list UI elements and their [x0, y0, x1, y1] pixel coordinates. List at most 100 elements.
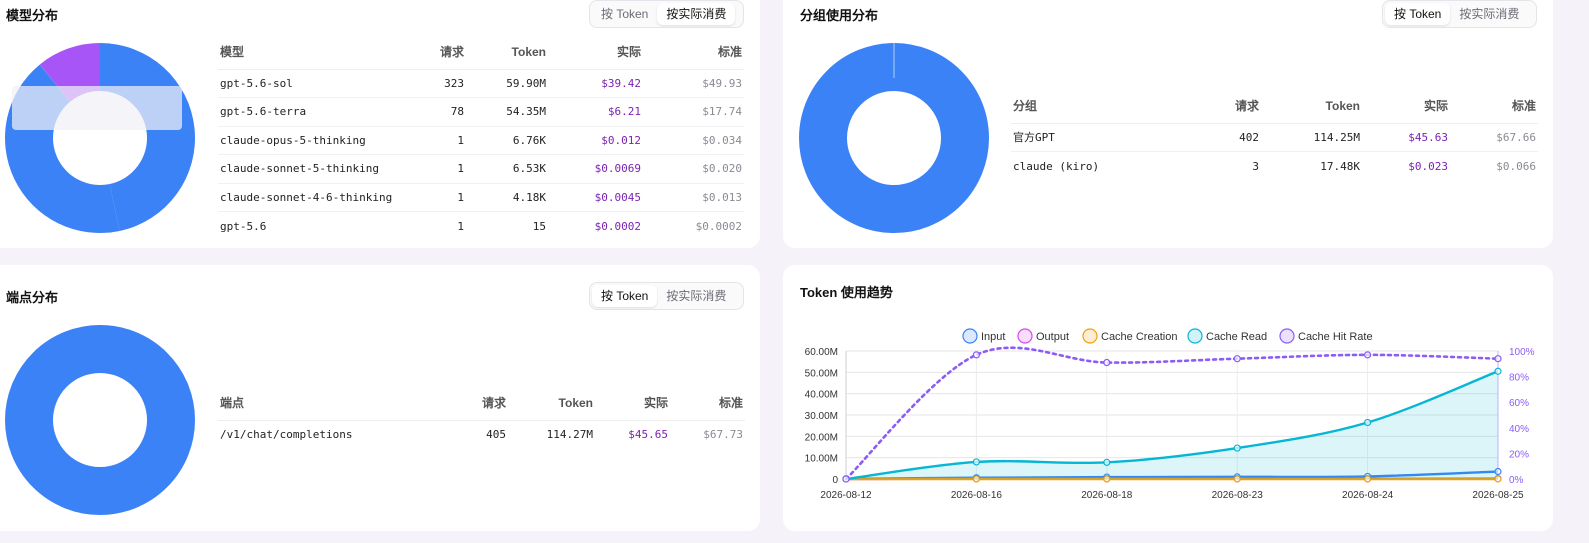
cell-std: $67.66 — [1450, 123, 1538, 152]
cell-token: 15 — [532, 219, 546, 233]
legend-item-cache-read[interactable]: Cache Read — [1187, 328, 1267, 344]
toggle-by-cost[interactable]: 按实际消费 — [657, 285, 735, 307]
legend-item-output[interactable]: Output — [1017, 328, 1069, 344]
cell-req: 1 — [418, 126, 466, 155]
cell-actual: $0.0002 — [594, 219, 641, 233]
cell-actual: $0.012 — [548, 126, 643, 155]
cell-req: 405 — [486, 428, 506, 441]
y-left-tick: 10.00M — [805, 454, 838, 465]
legend-item-cache-creation[interactable]: Cache Creation — [1082, 328, 1177, 344]
group-donut-chart[interactable] — [794, 38, 994, 238]
cell-std: $0.020 — [643, 154, 744, 184]
col-actual: 实际 — [548, 35, 643, 70]
token-trend-chart: Input Output Cache Creation Cache Read Cache… — [805, 328, 1535, 501]
x-tick: 2026-08-12 — [820, 490, 872, 501]
trend-card-title: Token 使用趋势 — [800, 285, 893, 300]
data-point-cache-hit-rate[interactable] — [1363, 351, 1372, 359]
cell-name: gpt-5.6-sol — [218, 69, 418, 98]
col-actual: 实际 — [1362, 89, 1450, 124]
col-group: 分组 — [1011, 89, 1191, 124]
col-requests: 请求 — [418, 35, 466, 70]
x-tick: 2026-08-25 — [1472, 490, 1524, 501]
col-model: 模型 — [218, 35, 418, 70]
toggle-by-token[interactable]: 按 Token — [592, 285, 658, 307]
cell-token: 4.18K — [466, 183, 548, 212]
endpoint-table: 端点 请求 Token 实际 标准 /v1/chat/completions 40… — [218, 386, 745, 449]
cell-actual: $45.63 — [1362, 123, 1450, 152]
endpoint-donut-ring[interactable] — [5, 325, 195, 515]
col-token: Token — [466, 35, 548, 70]
col-actual: 实际 — [595, 386, 670, 421]
x-tick: 2026-08-23 — [1212, 490, 1264, 501]
toggle-by-token[interactable]: 按 Token — [592, 3, 657, 25]
cell-actual: $6.21 — [548, 97, 643, 127]
cell-req: 323 — [418, 69, 466, 98]
toggle-by-token[interactable]: 按 Token — [1385, 3, 1451, 25]
table-row: /v1/chat/completions 405 114.27M $45.65 $67.… — [218, 420, 745, 449]
y-left-tick: 50.00M — [805, 368, 838, 379]
cell-actual: $45.65 — [628, 428, 668, 441]
legend-item-input[interactable]: Input — [962, 328, 1005, 344]
group-table: 分组 请求 Token 实际 标准 官方GPT 402 114.25M $45.63 $… — [1011, 89, 1538, 180]
col-standard: 标准 — [670, 386, 745, 421]
data-point-cache-read[interactable] — [1233, 444, 1241, 452]
cell-name: gpt-5.6 — [220, 219, 267, 233]
cell-name: claude-sonnet-4-6-thinking — [218, 183, 418, 212]
cell-std: $0.066 — [1496, 159, 1536, 173]
table-row: 官方GPT 402 114.25M $45.63 $67.66 — [1011, 123, 1538, 152]
data-point-cache-read[interactable] — [1363, 418, 1372, 427]
toggle-by-cost[interactable]: 按实际消费 — [657, 3, 736, 25]
data-point-cache-hit-rate[interactable] — [972, 351, 980, 359]
y-left-tick: 20.00M — [805, 432, 838, 443]
endpoint-donut-chart[interactable] — [0, 320, 200, 520]
group-donut-ring[interactable] — [799, 43, 989, 233]
data-point-cache-read[interactable] — [1103, 458, 1111, 466]
y-right-tick: 20% — [1509, 449, 1529, 460]
toggle-by-cost[interactable]: 按实际消费 — [1450, 3, 1528, 25]
svg-text:Cache Creation: Cache Creation — [1101, 331, 1177, 343]
svg-text:Output: Output — [1036, 331, 1069, 343]
model-donut-chart[interactable] — [0, 38, 200, 238]
donut-tooltip — [12, 86, 182, 130]
cell-std: $17.74 — [643, 97, 744, 127]
x-tick: 2026-08-24 — [1342, 490, 1394, 501]
cell-name: gpt-5.6-terra — [218, 97, 418, 127]
cell-req: 78 — [418, 97, 466, 127]
table-row: claude-opus-5-thinking 1 6.76K $0.012 $0.034 — [218, 126, 744, 155]
y-left-tick: 60.00M — [805, 347, 838, 358]
y-right-tick: 100% — [1509, 347, 1535, 358]
table-row: gpt-5.6-terra 78 54.35M $6.21 $17.74 — [218, 97, 744, 127]
cell-token: 6.53K — [466, 154, 548, 184]
cell-actual: $0.0069 — [548, 154, 643, 184]
donut-slice-0[interactable] — [100, 43, 196, 231]
col-standard: 标准 — [1450, 89, 1538, 124]
cell-name: /v1/chat/completions — [220, 428, 353, 441]
data-point-cache-hit-rate[interactable] — [842, 475, 850, 483]
data-point-cache-hit-rate[interactable] — [1103, 358, 1111, 367]
cell-token: 114.27M — [546, 428, 593, 441]
cell-std: $0.034 — [643, 126, 744, 155]
cell-token: 54.35M — [466, 97, 548, 127]
data-point-cache-hit-rate[interactable] — [1233, 355, 1241, 363]
col-requests: 请求 — [438, 386, 508, 421]
data-point-cache-read[interactable] — [1494, 367, 1502, 375]
table-row: claude (kiro) 3 17.48K $0.023 $0.066 — [1011, 152, 1538, 181]
col-token: Token — [1261, 89, 1362, 124]
group-card-title: 分组使用分布 — [800, 8, 879, 23]
cell-std: $0.0002 — [695, 219, 742, 233]
table-row: claude-sonnet-4-6-thinking 1 4.18K $0.0045 $… — [218, 183, 744, 212]
cell-req: 1 — [457, 219, 464, 233]
col-standard: 标准 — [643, 35, 744, 70]
model-card-title: 模型分布 — [6, 8, 59, 23]
cell-name: 官方GPT — [1011, 123, 1191, 152]
cell-std: $67.73 — [703, 428, 743, 441]
data-point-cache-read[interactable] — [972, 458, 980, 466]
table-row: gpt-5.6 1 15 $0.0002 $0.0002 — [218, 212, 744, 241]
table-header-row: 分组 请求 Token 实际 标准 — [1011, 89, 1538, 124]
col-endpoint: 端点 — [218, 386, 438, 421]
data-point-cache-hit-rate[interactable] — [1494, 355, 1502, 363]
y-right-tick: 60% — [1509, 398, 1529, 409]
cell-name: claude-sonnet-5-thinking — [218, 154, 418, 184]
cell-token: 59.90M — [466, 69, 548, 98]
legend-item-cache-hit-rate[interactable]: Cache Hit Rate — [1279, 328, 1373, 344]
